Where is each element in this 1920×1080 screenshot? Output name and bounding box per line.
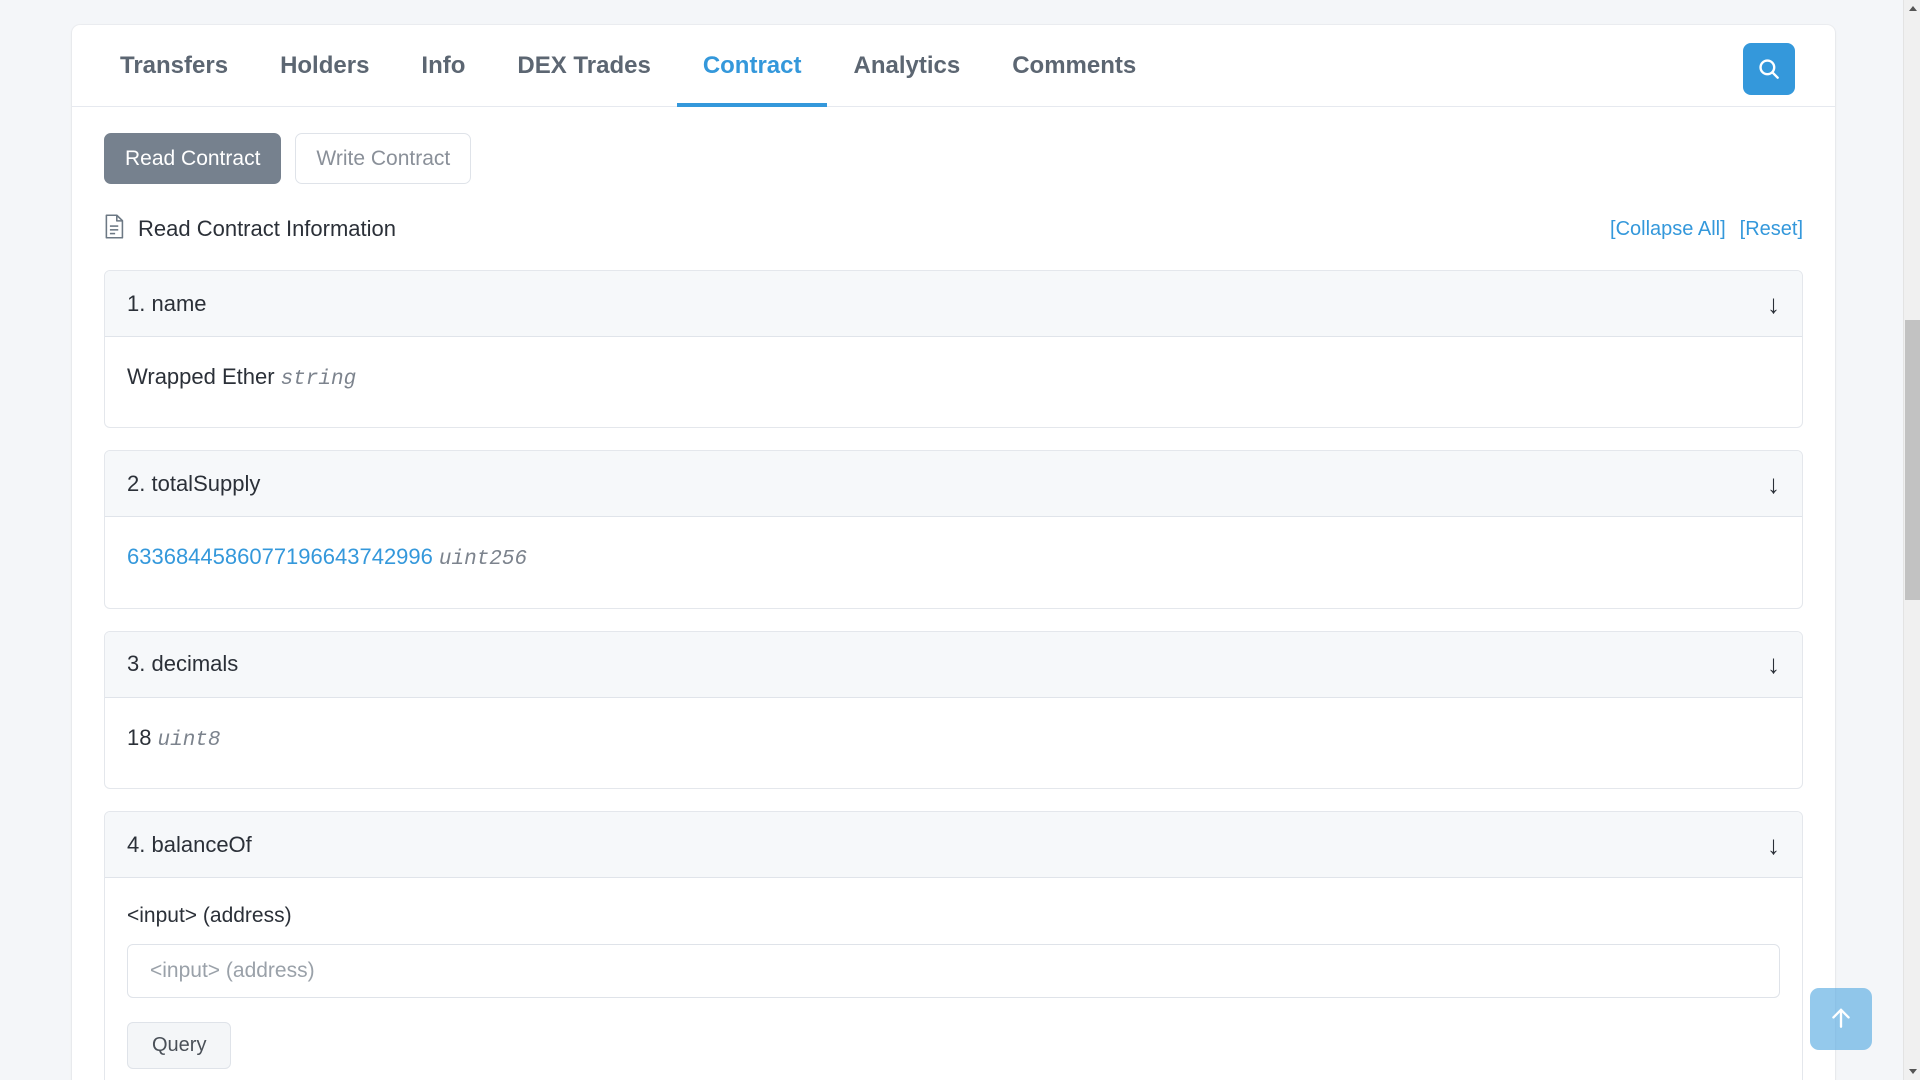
tab-contract[interactable]: Contract xyxy=(676,25,828,107)
panel-header[interactable]: 3. decimals ↓ xyxy=(105,631,1802,698)
result-value: 18 xyxy=(127,724,152,750)
tab-label: Holders xyxy=(280,52,370,79)
scrollbar-down-arrow[interactable] xyxy=(1904,1063,1920,1080)
tab-label: Analytics xyxy=(853,52,961,79)
tab-label: Info xyxy=(421,52,466,79)
tab-bar: Transfers Holders Info DEX Trades Contra… xyxy=(72,25,1835,107)
search-icon xyxy=(1756,56,1782,82)
tab-info[interactable]: Info xyxy=(395,25,491,107)
scrollbar-thumb[interactable] xyxy=(1905,320,1920,600)
section-header: Read Contract Information [Collapse All]… xyxy=(104,214,1803,244)
result-type: uint256 xyxy=(438,548,528,572)
tab-holders[interactable]: Holders xyxy=(254,25,395,107)
contract-method-panel: 4. balanceOf ↓ <input> (address) Query xyxy=(104,811,1803,1080)
tab-comments[interactable]: Comments xyxy=(986,25,1162,107)
tab-dex-trades[interactable]: DEX Trades xyxy=(491,25,676,107)
panel-header[interactable]: 2. totalSupply ↓ xyxy=(105,451,1802,518)
contract-mode-toggle: Read Contract Write Contract xyxy=(104,133,1803,185)
contract-method-panel: 1. name ↓ Wrapped Ether string xyxy=(104,270,1803,429)
result-type: uint8 xyxy=(157,728,221,752)
tab-analytics[interactable]: Analytics xyxy=(827,25,986,107)
input-label: <input> (address) xyxy=(127,904,292,928)
tab-label: Contract xyxy=(702,52,802,79)
section-title-group: Read Contract Information xyxy=(104,214,396,244)
scroll-to-top-button[interactable] xyxy=(1810,988,1872,1050)
address-input[interactable] xyxy=(127,944,1780,999)
arrow-down-icon[interactable]: ↓ xyxy=(1767,471,1780,497)
query-button[interactable]: Query xyxy=(127,1022,232,1070)
method-result: 6336844586077196643742996 uint256 xyxy=(127,543,1780,573)
panel-title: 1. name xyxy=(127,290,207,316)
panel-header[interactable]: 1. name ↓ xyxy=(105,271,1802,338)
method-result: 18 uint8 xyxy=(127,724,1780,754)
read-contract-button[interactable]: Read Contract xyxy=(104,133,282,185)
panel-body: <input> (address) Query xyxy=(105,878,1802,1080)
contract-method-panel: 2. totalSupply ↓ 63368445860771966437429… xyxy=(104,450,1803,609)
vertical-scrollbar[interactable] xyxy=(1903,0,1920,1080)
section-actions: [Collapse All] [Reset] xyxy=(1610,218,1803,241)
section-title: Read Contract Information xyxy=(138,216,397,242)
page-root: Transfers Holders Info DEX Trades Contra… xyxy=(0,0,1920,1080)
result-value: Wrapped Ether xyxy=(127,364,275,390)
arrow-down-icon[interactable]: ↓ xyxy=(1767,291,1780,317)
panel-title: 2. totalSupply xyxy=(127,470,261,496)
panel-body: 6336844586077196643742996 uint256 xyxy=(105,517,1802,607)
result-value[interactable]: 6336844586077196643742996 xyxy=(127,544,433,569)
tab-label: Transfers xyxy=(120,52,229,79)
write-contract-button[interactable]: Write Contract xyxy=(295,133,472,185)
result-type: string xyxy=(280,368,357,392)
arrow-down-icon[interactable]: ↓ xyxy=(1767,832,1780,858)
tab-label: Comments xyxy=(1012,52,1137,79)
document-icon xyxy=(104,214,125,244)
method-result: Wrapped Ether string xyxy=(127,363,1780,393)
panel-body: Wrapped Ether string xyxy=(105,337,1802,427)
contract-method-panel: 3. decimals ↓ 18 uint8 xyxy=(104,630,1803,790)
search-button[interactable] xyxy=(1743,43,1795,95)
arrow-up-icon xyxy=(1827,1004,1855,1035)
tab-transfers[interactable]: Transfers xyxy=(94,25,254,107)
reset-link[interactable]: [Reset] xyxy=(1740,218,1803,241)
arrow-down-icon[interactable]: ↓ xyxy=(1767,651,1780,677)
card-body: Read Contract Write Contract Read Contra… xyxy=(72,107,1835,1080)
panel-header[interactable]: 4. balanceOf ↓ xyxy=(105,812,1802,879)
contract-card: Transfers Holders Info DEX Trades Contra… xyxy=(72,25,1835,1080)
panel-title: 3. decimals xyxy=(127,651,239,677)
tab-label: DEX Trades xyxy=(517,52,651,79)
panel-body: 18 uint8 xyxy=(105,698,1802,788)
panel-title: 4. balanceOf xyxy=(127,831,252,857)
scrollbar-up-arrow[interactable] xyxy=(1904,0,1920,17)
collapse-all-link[interactable]: [Collapse All] xyxy=(1610,218,1726,241)
